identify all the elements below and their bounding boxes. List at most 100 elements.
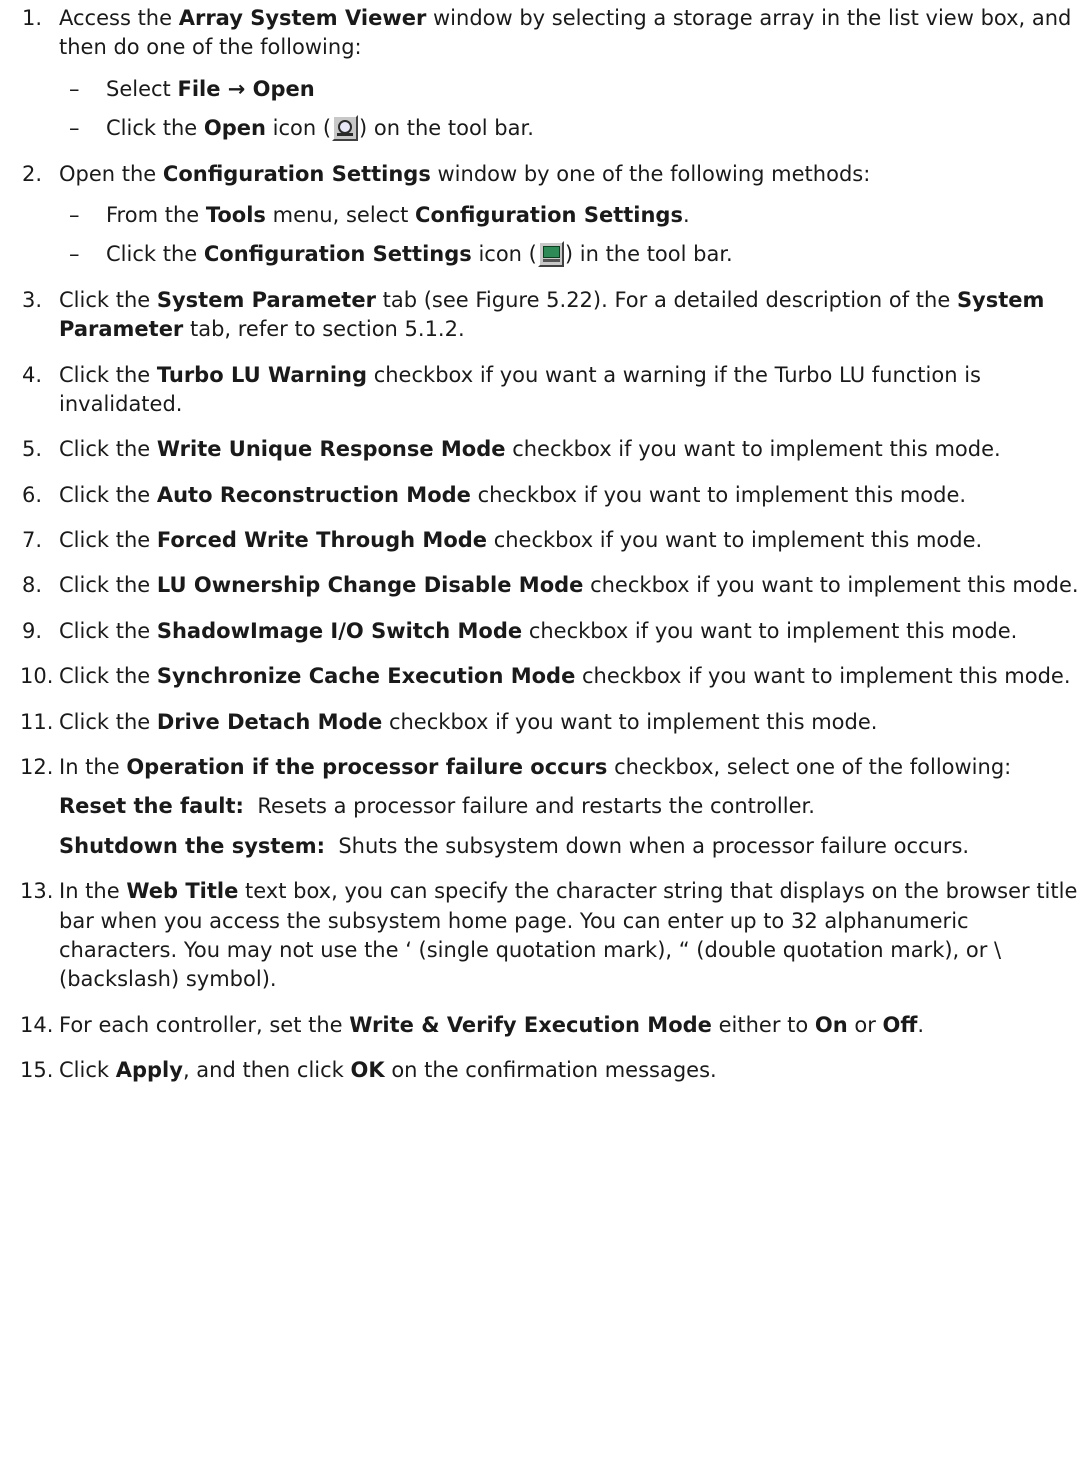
step-6: 6. Click the Auto Reconstruction Mode che… (22, 481, 1082, 510)
bold-term: Tools (205, 202, 266, 227)
step-text: In the Operation if the processor failur… (59, 753, 1082, 782)
text-run: menu, select (265, 202, 416, 227)
step-5: 5. Click the Write Unique Response Mode c… (22, 435, 1082, 464)
definition-description: Shuts the subsystem down when a processo… (338, 833, 970, 858)
step-text: For each controller, set the Write & Ver… (59, 1011, 1082, 1040)
text-run: Click the (59, 664, 157, 689)
text-run: tab (see Figure 5.22). For a detailed de… (375, 287, 957, 312)
definition-item: Shutdown the system: Shuts the subsystem… (59, 832, 1082, 861)
step-3: 3. Click the System Parameter tab (see Fi… (22, 286, 1082, 345)
step-number: 11. (20, 709, 54, 734)
step-text: Click the Synchronize Cache Execution Mo… (59, 662, 1082, 691)
procedure-document: 1. Access the Array System Viewer window … (20, 4, 1082, 1102)
step-number: 1. (22, 6, 43, 30)
dash-bullet: – (69, 116, 80, 141)
sub-item: – From the Tools menu, select Configurati… (59, 201, 1082, 230)
text-run: Click (59, 1058, 116, 1083)
bold-term: Operation if the processor failure occur… (126, 755, 608, 780)
sub-item: – Click the Configuration Settings icon (… (59, 240, 1082, 269)
bold-term: Array System Viewer (178, 6, 427, 30)
dash-bullet: – (69, 242, 80, 267)
step-13: 13. In the Web Title text box, you can sp… (20, 877, 1082, 995)
bold-term: On (814, 1012, 848, 1037)
text-run: checkbox if you want to implement this m… (575, 664, 1071, 689)
text-run: Click the (59, 437, 157, 462)
step-number: 10. (20, 664, 54, 689)
step-number: 9. (22, 618, 43, 643)
text-run: For each controller, set the (59, 1012, 350, 1037)
step-text: Access the Array System Viewer window by… (59, 4, 1082, 63)
bold-term: ShadowImage I/O Switch Mode (156, 618, 523, 643)
text-run: tab, refer to section 5.1.2. (183, 317, 465, 342)
step-number: 2. (22, 161, 43, 186)
config-icon[interactable] (537, 241, 564, 268)
open-icon[interactable] (332, 115, 359, 142)
text-run: Click the (59, 482, 157, 507)
step-text: Click Apply, and then click OK on the co… (59, 1056, 1082, 1085)
text-run: ) on the tool bar. (359, 116, 534, 141)
text-run: checkbox if you want to implement this m… (522, 618, 1018, 643)
step-10: 10. Click the Synchronize Cache Execution… (20, 662, 1082, 691)
step-8: 8. Click the LU Ownership Change Disable … (22, 571, 1082, 600)
text-run: Select (106, 76, 178, 101)
text-run: or (847, 1012, 883, 1037)
text-run: Click the (59, 528, 157, 553)
step-15: 15. Click Apply, and then click OK on the… (20, 1056, 1082, 1085)
bold-term: Write & Verify Execution Mode (349, 1012, 712, 1037)
text-run: Click the (106, 242, 204, 267)
step-number: 3. (22, 287, 43, 312)
step-11: 11. Click the Drive Detach Mode checkbox … (20, 708, 1082, 737)
step-text: Click the System Parameter tab (see Figu… (59, 286, 1082, 345)
step-number: 5. (22, 437, 43, 462)
text-run: checkbox if you want to implement this m… (487, 528, 983, 553)
step-1: 1. Access the Array System Viewer window … (22, 4, 1082, 144)
step-text: Click the Write Unique Response Mode che… (59, 435, 1082, 464)
text-run: checkbox if you want to implement this m… (382, 709, 878, 734)
text-run: checkbox if you want to implement this m… (583, 573, 1079, 598)
text-run: Access the (59, 6, 179, 30)
step-number: 7. (22, 528, 43, 553)
dash-bullet: – (69, 76, 80, 101)
dash-bullet: – (69, 202, 80, 227)
text-run: . (682, 202, 690, 227)
bold-term: File → Open (177, 76, 315, 101)
step-number: 14. (20, 1012, 54, 1037)
bold-term: Drive Detach Mode (156, 709, 383, 734)
step-list: 1. Access the Array System Viewer window … (20, 4, 1082, 1086)
step-number: 8. (22, 573, 43, 598)
step-text: Click the Drive Detach Mode checkbox if … (59, 708, 1082, 737)
step-text: Click the Auto Reconstruction Mode check… (59, 481, 1082, 510)
bold-term: Apply (115, 1058, 183, 1083)
bold-term: Auto Reconstruction Mode (156, 482, 471, 507)
text-run: icon ( (471, 242, 537, 267)
text-run: either to (711, 1012, 815, 1037)
bold-term: Synchronize Cache Execution Mode (156, 664, 576, 689)
bold-term: Forced Write Through Mode (156, 528, 488, 553)
step-9: 9. Click the ShadowImage I/O Switch Mode … (22, 617, 1082, 646)
bold-term: Off (882, 1012, 918, 1037)
text-run: ) in the tool bar. (564, 242, 733, 267)
step-number: 15. (20, 1058, 54, 1083)
bold-term: OK (350, 1058, 385, 1083)
sub-item: – Select File → Open (59, 75, 1082, 104)
sub-list: – Select File → Open – Click the Open icon … (59, 75, 1082, 144)
step-text: Click the Forced Write Through Mode chec… (59, 526, 1082, 555)
text-run: checkbox if you want to implement this m… (470, 482, 967, 507)
bold-term: Write Unique Response Mode (156, 437, 506, 462)
step-7: 7. Click the Forced Write Through Mode ch… (22, 526, 1082, 555)
text-run: In the (59, 755, 127, 780)
text-run: In the (59, 879, 127, 904)
step-text: Click the LU Ownership Change Disable Mo… (59, 571, 1082, 600)
text-run: on the confirmation messages. (384, 1058, 717, 1083)
text-run: , and then click (182, 1058, 351, 1083)
step-text: In the Web Title text box, you can speci… (59, 877, 1082, 995)
definition-list: Reset the fault: Resets a processor fail… (59, 792, 1082, 861)
step-4: 4. Click the Turbo LU Warning checkbox if… (22, 361, 1082, 420)
text-run: Click the (106, 116, 204, 141)
text-run: Click the (59, 573, 157, 598)
bold-term: Configuration Settings (162, 161, 431, 186)
step-number: 4. (22, 362, 43, 387)
text-run: Click the (59, 287, 157, 312)
bold-term: System Parameter (156, 287, 376, 312)
bold-term: Turbo LU Warning (156, 362, 368, 387)
